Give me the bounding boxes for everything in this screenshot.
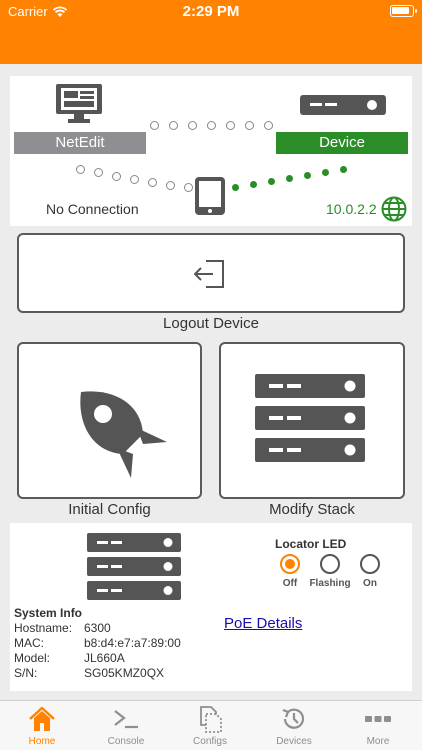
system-info-panel: System Info Hostname: 6300 MAC: b8:d4:e7:a… xyxy=(10,523,412,691)
rocket-icon xyxy=(80,391,167,478)
info-key: Hostname: xyxy=(14,621,73,635)
led-off-radio[interactable] xyxy=(280,554,300,574)
link-dot xyxy=(264,121,273,130)
link-dot xyxy=(169,121,178,130)
info-key: MAC: xyxy=(14,636,44,650)
system-info-title: System Info xyxy=(14,606,83,620)
tab-more[interactable]: More xyxy=(336,701,420,750)
tab-label: Configs xyxy=(193,736,227,747)
link-dot xyxy=(94,168,103,177)
tab-label: Console xyxy=(107,736,145,747)
link-dot xyxy=(130,175,139,184)
configs-icon xyxy=(200,706,222,733)
connection-panel: NetEdit Device No Connection 10.0.2.2 xyxy=(10,76,412,226)
initial-config-button[interactable] xyxy=(17,342,202,499)
locator-led-title: Locator LED xyxy=(275,537,347,551)
initial-config-label: Initial Config xyxy=(68,501,151,518)
led-flashing-radio[interactable] xyxy=(320,554,340,574)
stack-icon xyxy=(255,374,365,462)
tab-console[interactable]: Console xyxy=(84,701,168,750)
info-key: Model: xyxy=(14,651,51,665)
link-dot xyxy=(250,181,257,188)
tab-label: More xyxy=(366,736,390,747)
info-value: 6300 xyxy=(84,621,111,635)
link-dot xyxy=(148,178,157,187)
info-key: S/N: xyxy=(14,666,38,680)
switch-device-icon xyxy=(300,95,386,115)
monitor-icon xyxy=(56,84,102,123)
link-dot xyxy=(112,172,121,181)
logout-icon xyxy=(194,260,224,288)
tablet-icon xyxy=(195,177,225,215)
logout-device-button[interactable] xyxy=(17,233,405,313)
modify-stack-button[interactable] xyxy=(219,342,405,499)
info-value: SG05KMZ0QX xyxy=(84,666,165,680)
led-on-label: On xyxy=(363,578,377,589)
info-value: b8:d4:e7:a7:89:00 xyxy=(84,636,181,650)
link-dot xyxy=(226,121,235,130)
link-dot xyxy=(304,172,311,179)
tab-devices[interactable]: Devices xyxy=(252,701,336,750)
tab-label: Home xyxy=(28,736,56,747)
modify-stack-label: Modify Stack xyxy=(269,501,355,518)
history-icon xyxy=(282,708,305,729)
device-label: Device xyxy=(276,132,408,154)
info-value: JL660A xyxy=(84,651,125,665)
tab-home[interactable]: Home xyxy=(0,701,84,750)
netedit-label: NetEdit xyxy=(14,132,146,154)
clock: 2:29 PM xyxy=(182,3,240,20)
link-dot xyxy=(150,121,159,130)
link-dot xyxy=(207,121,216,130)
switch-stack-icon xyxy=(87,533,181,600)
link-dot xyxy=(166,181,175,190)
led-on-radio[interactable] xyxy=(360,554,380,574)
poe-details-link[interactable]: PoE Details xyxy=(224,615,302,632)
link-dot xyxy=(286,175,293,182)
link-dot xyxy=(322,169,329,176)
battery-icon xyxy=(390,5,417,17)
link-dot xyxy=(76,165,85,174)
tab-label: Devices xyxy=(276,736,312,747)
tab-configs[interactable]: Configs xyxy=(168,701,252,750)
terminal-icon xyxy=(114,710,138,729)
tab-bar: Home Console Configs Devices More xyxy=(0,700,422,750)
link-dot xyxy=(232,184,239,191)
globe-icon[interactable] xyxy=(381,196,407,222)
ip-address: 10.0.2.2 xyxy=(326,201,377,217)
link-dot xyxy=(184,183,193,192)
link-dot xyxy=(188,121,197,130)
home-icon xyxy=(29,706,55,731)
connection-status: No Connection xyxy=(46,201,139,217)
status-bar: Carrier 2:29 PM xyxy=(0,0,422,64)
info-row-mac: MAC: b8:d4:e7:a7:89:00 xyxy=(14,636,181,650)
info-row-hostname: Hostname: 6300 xyxy=(14,621,111,635)
link-dot xyxy=(268,178,275,185)
info-row-model: Model: JL660A xyxy=(14,651,125,665)
info-row-serial: S/N: SG05KMZ0QX xyxy=(14,666,164,680)
more-icon xyxy=(365,716,391,722)
link-dot xyxy=(245,121,254,130)
logout-device-label: Logout Device xyxy=(163,315,259,332)
link-dot xyxy=(340,166,347,173)
